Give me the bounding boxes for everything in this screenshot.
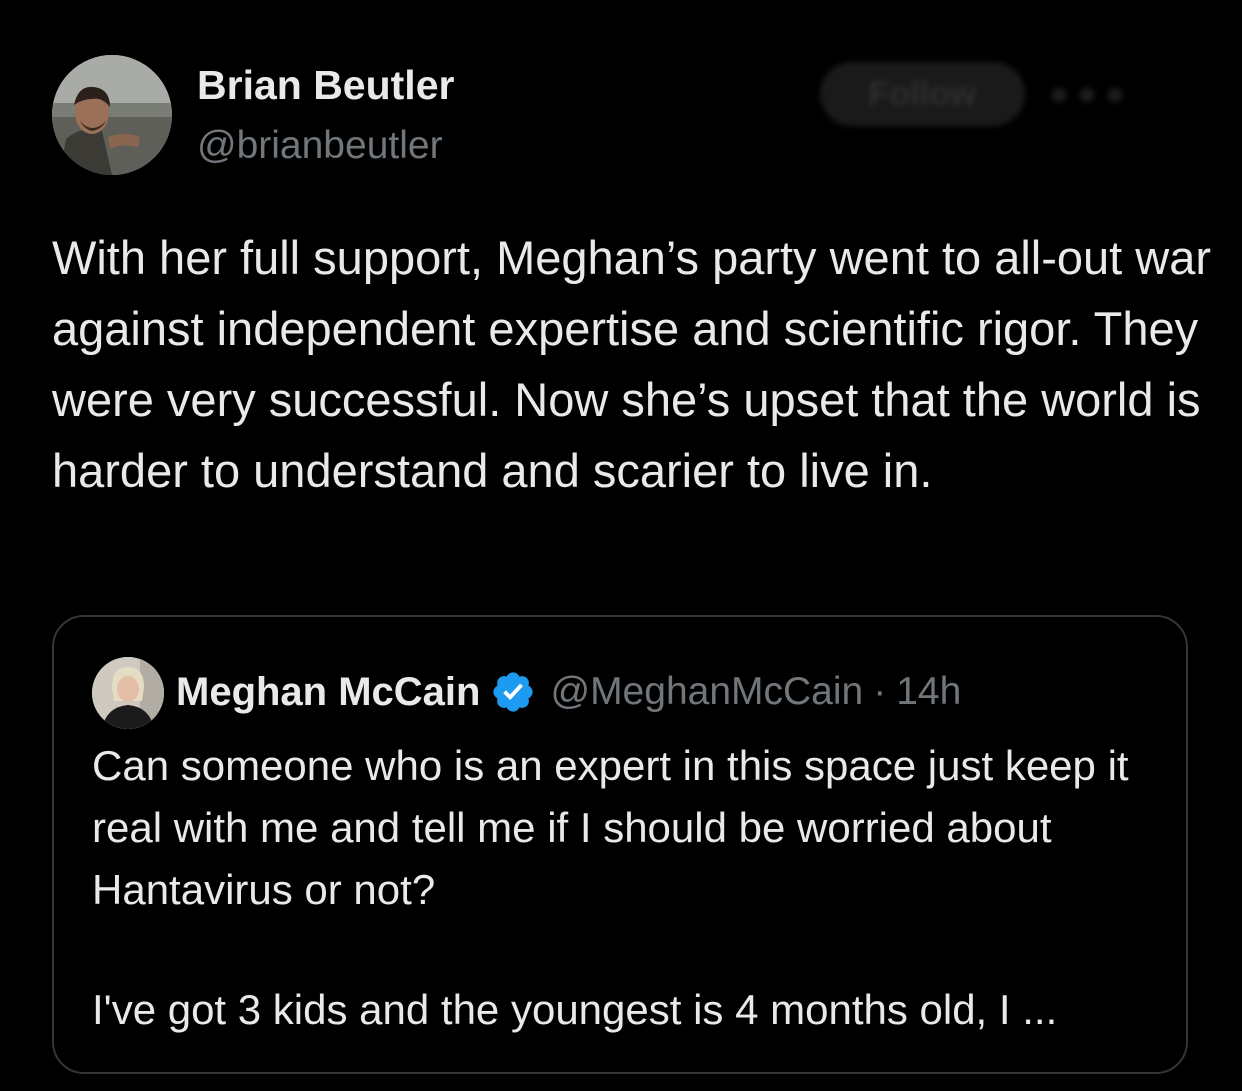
quoted-tweet-paragraph: I've got 3 kids and the youngest is 4 mo… xyxy=(92,986,1058,1033)
more-dot xyxy=(1108,88,1122,102)
quoted-tweet-paragraph: Can someone who is an expert in this spa… xyxy=(92,742,1129,913)
separator-dot: · xyxy=(873,670,887,713)
tweet-text: With her full support, Meghan’s party we… xyxy=(52,231,1212,497)
quoted-tweet-text: Can someone who is an expert in this spa… xyxy=(92,735,1152,1041)
author-avatar-image xyxy=(52,55,172,175)
quoted-author-handle[interactable]: @MeghanMcCain xyxy=(550,670,863,714)
verified-badge-icon xyxy=(493,672,534,712)
quoted-author-avatar[interactable] xyxy=(92,657,164,729)
quoted-tweet-header: Meghan McCain @MeghanMcCain · 14h xyxy=(176,665,961,719)
quoted-author-avatar-image xyxy=(92,657,164,729)
quoted-author-name[interactable]: Meghan McCain xyxy=(176,670,480,715)
author-handle[interactable]: @brianbeutler xyxy=(197,124,443,168)
author-name[interactable]: Brian Beutler xyxy=(197,62,454,109)
quoted-tweet-timestamp[interactable]: 14h xyxy=(896,670,961,714)
more-dot xyxy=(1052,88,1066,102)
quoted-tweet-card[interactable]: Meghan McCain @MeghanMcCain · 14h Can so… xyxy=(52,615,1188,1074)
follow-button[interactable]: Follow xyxy=(820,62,1025,126)
more-dot xyxy=(1080,88,1094,102)
author-avatar[interactable] xyxy=(52,55,172,175)
tweet: Brian Beutler @brianbeutler Follow With … xyxy=(0,0,1242,1091)
more-options-icon[interactable] xyxy=(1052,70,1192,120)
